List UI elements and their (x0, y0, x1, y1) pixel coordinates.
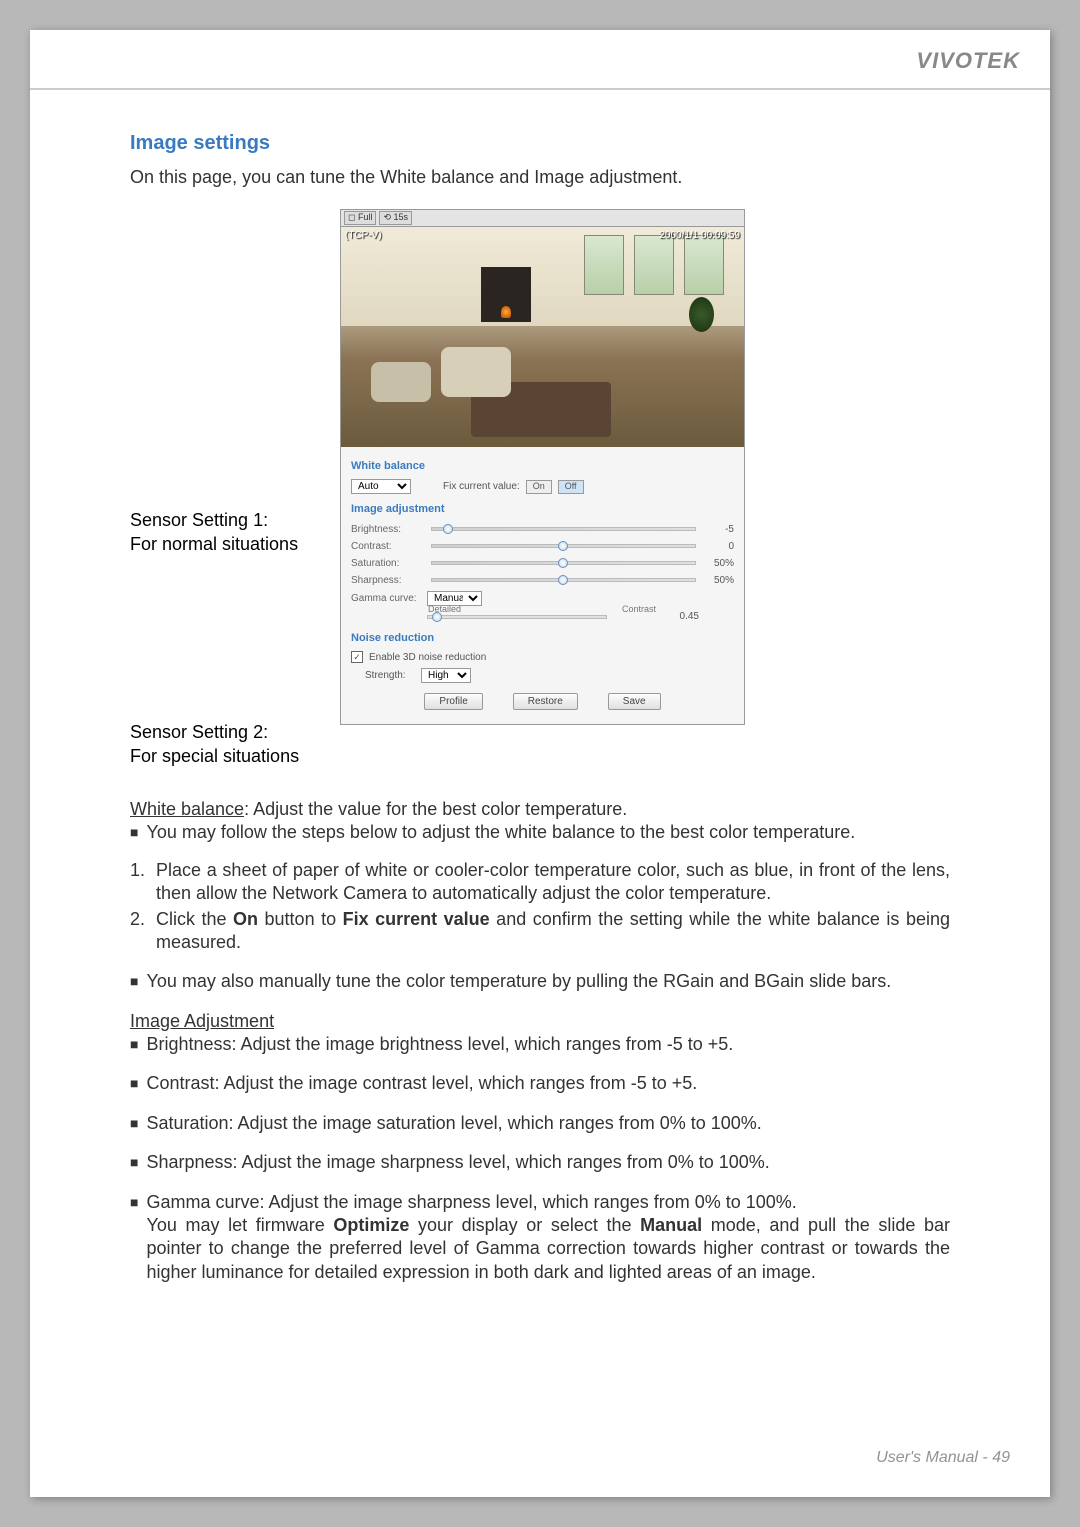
num-2: 2. (130, 908, 150, 955)
screenshot-row: Sensor Setting 1: For normal situations … (130, 209, 950, 768)
tool-button[interactable]: ◻ Full (344, 211, 376, 225)
strength-select[interactable]: High (421, 668, 471, 683)
sidebar-labels: Sensor Setting 1: For normal situations … (130, 209, 340, 768)
ia-bullet-1: Brightness: Adjust the image brightness … (146, 1033, 950, 1056)
whitebalance-title: White balance (351, 459, 734, 473)
fix-label: Fix current value: (443, 480, 520, 493)
wb-mode-select[interactable]: Auto (351, 479, 411, 494)
restore-button[interactable]: Restore (513, 693, 578, 710)
setting1-title: Sensor Setting 1: (130, 509, 340, 532)
tool-button[interactable]: ⟲ 15s (379, 211, 412, 225)
noise-title: Noise reduction (351, 631, 734, 645)
strength-label: Strength: (365, 669, 415, 682)
manual-page: VIVOTEK Image settings On this page, you… (30, 30, 1050, 1497)
bullet-icon: ■ (130, 1033, 138, 1055)
osd-label: (TCP-V) (345, 229, 382, 242)
bullet-icon: ■ (130, 1151, 138, 1173)
saturation-slider[interactable] (431, 561, 696, 565)
ia-heading: Image Adjustment (130, 1011, 274, 1031)
body-text: White balance: Adjust the value for the … (130, 798, 950, 1284)
bullet-icon: ■ (130, 1112, 138, 1134)
enable-3dnr-label: Enable 3D noise reduction (369, 651, 486, 664)
ia-bullet-2: Contrast: Adjust the image contrast leve… (146, 1072, 950, 1095)
brightness-label: Brightness: (351, 523, 421, 536)
gamma-bullet: Gamma curve: Adjust the image sharpness … (146, 1191, 950, 1285)
gamma-value: 0.45 (671, 610, 699, 623)
wb-bullet-1: You may follow the steps below to adjust… (146, 821, 950, 844)
setting2-desc: For special situations (130, 745, 340, 768)
page-footer: User's Manual - 49 (876, 1449, 1010, 1467)
button-row: Profile Restore Save (351, 685, 734, 714)
settings-panel: ◻ Full ⟲ 15s (TCP-V) 2000/1/1 00:09:59 (340, 209, 745, 725)
imageadj-title: Image adjustment (351, 502, 734, 516)
sharpness-value: 50% (706, 574, 734, 587)
gamma-row: Gamma curve: Manual (351, 589, 734, 608)
contrast-row: Contrast: 0 (351, 538, 734, 555)
setting2-title: Sensor Setting 2: (130, 721, 340, 744)
gamma-right-label: Contrast (622, 604, 656, 616)
bullet-icon: ■ (130, 970, 138, 992)
contrast-slider[interactable] (431, 544, 696, 548)
ia-bullet-3: Saturation: Adjust the image saturation … (146, 1112, 950, 1135)
video-preview: (TCP-V) 2000/1/1 00:09:59 (341, 227, 744, 447)
panel-toolbar: ◻ Full ⟲ 15s (341, 210, 744, 227)
gamma-slider[interactable]: Detailed Contrast (427, 615, 607, 619)
saturation-label: Saturation: (351, 557, 421, 570)
bullet-icon: ■ (130, 821, 138, 843)
bullet-icon: ■ (130, 1072, 138, 1094)
sharpness-label: Sharpness: (351, 574, 421, 587)
sharpness-slider[interactable] (431, 578, 696, 582)
wb-off-button[interactable]: Off (558, 480, 584, 494)
wb-on-button[interactable]: On (526, 480, 552, 494)
brand-logo: VIVOTEK (916, 48, 1020, 74)
enable-3dnr-checkbox[interactable]: ✓ (351, 651, 363, 663)
brightness-value: -5 (706, 523, 734, 536)
save-button[interactable]: Save (608, 693, 661, 710)
section-title: Image settings (130, 130, 950, 156)
num-1: 1. (130, 859, 150, 906)
ia-bullet-4: Sharpness: Adjust the image sharpness le… (146, 1151, 950, 1174)
profile-button[interactable]: Profile (424, 693, 482, 710)
contrast-label: Contrast: (351, 540, 421, 553)
ol-2: Click the On button to Fix current value… (156, 908, 950, 955)
saturation-value: 50% (706, 557, 734, 570)
page-content: Image settings On this page, you can tun… (30, 90, 1050, 1284)
ol-1: Place a sheet of paper of white or coole… (156, 859, 950, 906)
contrast-value: 0 (706, 540, 734, 553)
setting1-desc: For normal situations (130, 533, 340, 556)
wb-bullet-2: You may also manually tune the color tem… (146, 970, 950, 993)
brightness-slider[interactable] (431, 527, 696, 531)
section-intro: On this page, you can tune the White bal… (130, 166, 950, 189)
bullet-icon: ■ (130, 1191, 138, 1213)
saturation-row: Saturation: 50% (351, 555, 734, 572)
wb-heading: White balance (130, 799, 244, 819)
osd-timestamp: 2000/1/1 00:09:59 (659, 229, 740, 242)
header-bar: VIVOTEK (30, 30, 1050, 90)
sharpness-row: Sharpness: 50% (351, 572, 734, 589)
form-body: White balance Auto Fix current value: On… (341, 447, 744, 724)
wb-heading-rest: : Adjust the value for the best color te… (244, 799, 627, 819)
gamma-label: Gamma curve: (351, 592, 421, 605)
brightness-row: Brightness: -5 (351, 521, 734, 538)
